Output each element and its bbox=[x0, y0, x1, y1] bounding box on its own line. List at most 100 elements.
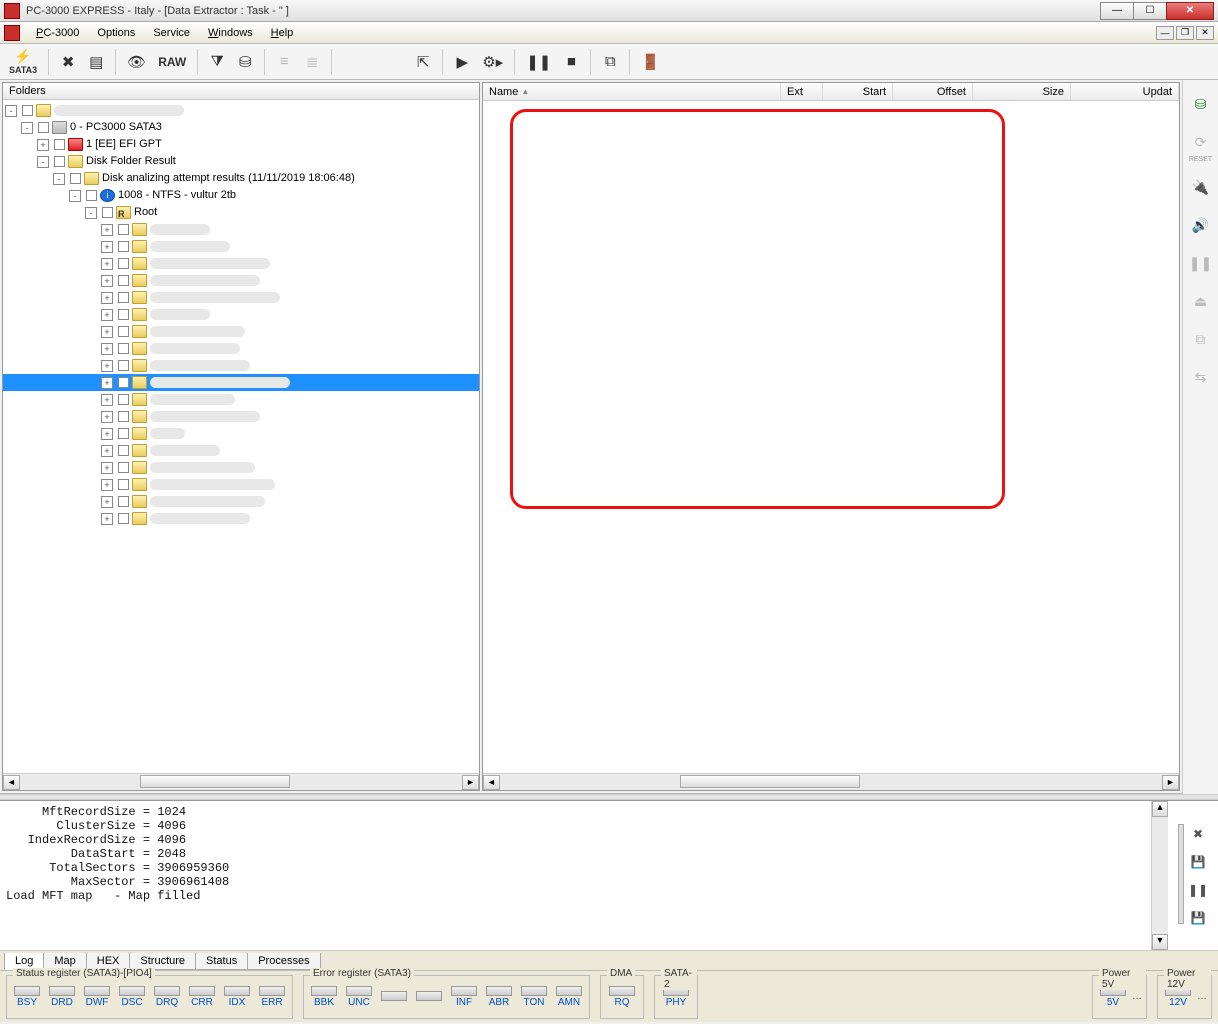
tree-checkbox[interactable] bbox=[102, 207, 113, 218]
task-button[interactable]: ▤ bbox=[83, 48, 109, 76]
tree-checkbox[interactable] bbox=[38, 122, 49, 133]
stop-button[interactable]: ■ bbox=[558, 48, 584, 76]
tree-row[interactable]: +x bbox=[3, 459, 479, 476]
play-button[interactable]: ▶ bbox=[449, 48, 475, 76]
mdi-close[interactable]: ✕ bbox=[1196, 26, 1214, 40]
tree-row[interactable]: -Disk Folder Result bbox=[3, 153, 479, 170]
tree-row[interactable]: +x bbox=[3, 323, 479, 340]
tree-row[interactable]: +x bbox=[3, 391, 479, 408]
tree-checkbox[interactable] bbox=[118, 224, 129, 235]
sliders2-button[interactable]: ≣ bbox=[299, 48, 325, 76]
tree-row[interactable]: +x bbox=[3, 255, 479, 272]
raw-button[interactable]: RAW bbox=[153, 48, 191, 76]
tree-checkbox[interactable] bbox=[118, 326, 129, 337]
log-pause-button[interactable]: ❚❚ bbox=[1188, 880, 1208, 900]
mdi-minimize[interactable]: — bbox=[1156, 26, 1174, 40]
log-vscroll[interactable]: ▲▼ bbox=[1151, 801, 1168, 950]
tree-row[interactable]: +x bbox=[3, 340, 479, 357]
tree-checkbox[interactable] bbox=[70, 173, 81, 184]
menu-options[interactable]: Options bbox=[89, 25, 143, 41]
log-clear-button[interactable]: ✖ bbox=[1188, 824, 1208, 844]
tree-checkbox[interactable] bbox=[118, 343, 129, 354]
tree-checkbox[interactable] bbox=[54, 139, 65, 150]
tree-checkbox[interactable] bbox=[118, 462, 129, 473]
tree-checkbox[interactable] bbox=[118, 360, 129, 371]
col-start[interactable]: Start bbox=[823, 83, 893, 100]
log-slider[interactable] bbox=[1178, 824, 1184, 924]
menu-help[interactable]: Help bbox=[263, 25, 302, 41]
tree-row[interactable]: -Disk analizing attempt results (11/11/2… bbox=[3, 170, 479, 187]
tree-checkbox[interactable] bbox=[118, 445, 129, 456]
tree-row[interactable]: +x bbox=[3, 408, 479, 425]
tree-row[interactable]: -0 - PC3000 SATA3 bbox=[3, 119, 479, 136]
tree-row[interactable]: +x bbox=[3, 425, 479, 442]
log-export-button[interactable]: 💾 bbox=[1188, 908, 1208, 928]
side-power-button[interactable]: 🔌 bbox=[1187, 173, 1215, 201]
file-list-body[interactable] bbox=[483, 101, 1179, 773]
copy-button[interactable]: ⧉ bbox=[597, 48, 623, 76]
menu-pc3000[interactable]: PC-3000 bbox=[28, 25, 87, 41]
tree-checkbox[interactable] bbox=[118, 428, 129, 439]
tools-button[interactable]: ✖ bbox=[55, 48, 81, 76]
side-pause-button[interactable]: ❚❚ bbox=[1187, 249, 1215, 277]
tree-row[interactable]: -Root bbox=[3, 204, 479, 221]
close-button[interactable] bbox=[1166, 2, 1214, 20]
col-updated[interactable]: Updat bbox=[1071, 83, 1179, 100]
tree-row[interactable]: +x bbox=[3, 476, 479, 493]
log-save-button[interactable]: 💾 bbox=[1188, 852, 1208, 872]
tree-row[interactable]: -x bbox=[3, 102, 479, 119]
col-name[interactable]: Name▲ bbox=[483, 83, 781, 100]
playgear-button[interactable]: ⚙▸ bbox=[477, 48, 508, 76]
filter-button[interactable]: ⧩ bbox=[204, 48, 230, 76]
export-button[interactable]: ⇱ bbox=[410, 48, 436, 76]
side-link-button[interactable]: ⇆ bbox=[1187, 363, 1215, 391]
tree-checkbox[interactable] bbox=[118, 496, 129, 507]
side-sound-button[interactable]: 🔊 bbox=[1187, 211, 1215, 239]
exit-button[interactable]: 🚪 bbox=[636, 48, 665, 76]
tree-checkbox[interactable] bbox=[22, 105, 33, 116]
tree-checkbox[interactable] bbox=[86, 190, 97, 201]
tree-row[interactable]: +x bbox=[3, 289, 479, 306]
tree-checkbox[interactable] bbox=[118, 275, 129, 286]
mdi-restore[interactable]: ❐ bbox=[1176, 26, 1194, 40]
tree-row[interactable]: +x bbox=[3, 357, 479, 374]
tab-status[interactable]: Status bbox=[195, 953, 248, 970]
folder-tree[interactable]: -x-0 - PC3000 SATA3+1 [EE] EFI GPT-Disk … bbox=[3, 100, 479, 773]
col-size[interactable]: Size bbox=[973, 83, 1071, 100]
tree-row[interactable]: +x bbox=[3, 442, 479, 459]
tree-row[interactable]: -i1008 - NTFS - vultur 2tb bbox=[3, 187, 479, 204]
tree-checkbox[interactable] bbox=[118, 258, 129, 269]
col-offset[interactable]: Offset bbox=[893, 83, 973, 100]
menu-service[interactable]: Service bbox=[145, 25, 198, 41]
side-eject-button[interactable]: ⏏ bbox=[1187, 287, 1215, 315]
minimize-button[interactable] bbox=[1100, 2, 1134, 20]
tree-checkbox[interactable] bbox=[118, 411, 129, 422]
tree-row[interactable]: +x bbox=[3, 374, 479, 391]
folders-hscroll[interactable]: ◄► bbox=[3, 773, 479, 790]
menu-windows[interactable]: Windows bbox=[200, 25, 261, 41]
tree-checkbox[interactable] bbox=[54, 156, 65, 167]
side-db-button[interactable]: ⛁ bbox=[1187, 90, 1215, 118]
tree-checkbox[interactable] bbox=[118, 377, 129, 388]
tree-row[interactable]: +x bbox=[3, 510, 479, 527]
pause-button[interactable]: ❚❚ bbox=[521, 48, 556, 76]
maximize-button[interactable] bbox=[1133, 2, 1167, 20]
tree-checkbox[interactable] bbox=[118, 309, 129, 320]
tree-checkbox[interactable] bbox=[118, 241, 129, 252]
side-reset-button[interactable]: ⟳ bbox=[1187, 128, 1215, 156]
col-ext[interactable]: Ext bbox=[781, 83, 823, 100]
db-button[interactable]: ⛁ bbox=[232, 48, 258, 76]
sata3-button[interactable]: ⚡SATA3 bbox=[4, 48, 42, 76]
filelist-hscroll[interactable]: ◄► bbox=[483, 773, 1179, 790]
tree-row[interactable]: +1 [EE] EFI GPT bbox=[3, 136, 479, 153]
binoculars-button[interactable]: 👁 bbox=[122, 48, 151, 76]
tree-row[interactable]: +x bbox=[3, 238, 479, 255]
tree-row[interactable]: +x bbox=[3, 272, 479, 289]
tree-checkbox[interactable] bbox=[118, 292, 129, 303]
tree-checkbox[interactable] bbox=[118, 394, 129, 405]
tree-checkbox[interactable] bbox=[118, 479, 129, 490]
tree-checkbox[interactable] bbox=[118, 513, 129, 524]
tree-row[interactable]: +x bbox=[3, 221, 479, 238]
sliders1-button[interactable]: ≡ bbox=[271, 48, 297, 76]
tree-row[interactable]: +x bbox=[3, 306, 479, 323]
